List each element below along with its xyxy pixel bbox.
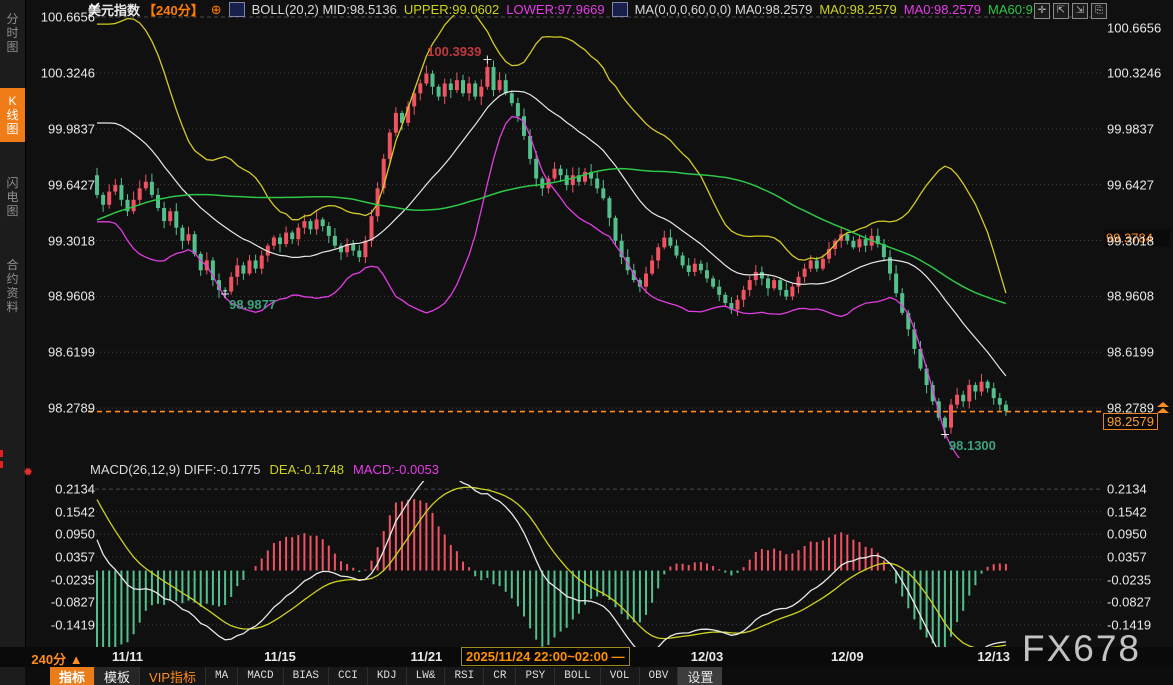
macd-axis-label-left: 0.0357 [30, 549, 95, 564]
toolbar-item-RSI[interactable]: RSI [444, 667, 483, 685]
price-axis-label-left: 100.3246 [30, 65, 95, 80]
chart-canvas [0, 0, 1173, 685]
period-label: 【240分】 [143, 0, 204, 19]
price-axis-label-left: 100.6656 [30, 10, 95, 25]
toolbar-item-MACD[interactable]: MACD [237, 667, 282, 685]
boll-values: BOLL(20,2) MID:98.5136 [252, 2, 397, 17]
price-axis-label-right: 99.3018 [1107, 233, 1171, 248]
toolbar-item-LW&[interactable]: LW& [406, 667, 445, 685]
macd-axis-label-left: 0.1542 [30, 504, 95, 519]
toolbar-item-CR[interactable]: CR [483, 667, 515, 685]
macd-axis-label-right: 0.0357 [1107, 549, 1171, 564]
toolbar-item-PSY[interactable]: PSY [515, 667, 554, 685]
left-edge-marker [0, 461, 3, 468]
macd-axis-label-left: -0.0235 [30, 572, 95, 587]
macd-header: MACD(26,12,9) DIFF:-0.1775 DEA:-0.1748 M… [90, 462, 439, 477]
toolbar-item-设置[interactable]: 设置 [677, 667, 722, 685]
date-tick-label: 12/13 [962, 649, 1026, 664]
indicator-toolbar: 指标模板VIP指标MAMACDBIASCCIKDJLW&RSICRPSYBOLL… [25, 667, 1173, 685]
axis-zoom-in-icon[interactable]: ⇱ [1053, 3, 1069, 19]
ma-indicator-icon[interactable] [612, 2, 628, 17]
price-axis-label-right: 100.6656 [1107, 21, 1171, 36]
macd-axis-label-left: -0.1419 [30, 617, 95, 632]
macd-axis-label-right: -0.0235 [1107, 572, 1171, 587]
date-tick-label: 11/15 [248, 649, 312, 664]
toolbar-item-BIAS[interactable]: BIAS [283, 667, 328, 685]
chart-toolbuttons: ✛ ⇱ ⇲ ⎘ [1034, 3, 1107, 19]
price-axis-label-left: 99.9837 [30, 121, 95, 136]
price-axis-label-left: 98.2789 [30, 401, 95, 416]
macd-value: MACD:-0.0053 [353, 462, 439, 477]
toolbar-item-CCI[interactable]: CCI [328, 667, 367, 685]
boll-indicator-icon[interactable] [229, 2, 245, 17]
macd-title: MACD(26,12,9) DIFF:-0.1775 [90, 462, 261, 477]
toolbar-item-BOLL[interactable]: BOLL [554, 667, 599, 685]
macd-axis-label-left: -0.0827 [30, 595, 95, 610]
date-tick-label: 12/03 [675, 649, 739, 664]
price-axis-label-right: 98.9608 [1107, 289, 1171, 304]
axis-zoom-out-icon[interactable]: ⇲ [1072, 3, 1088, 19]
toolbar-item-KDJ[interactable]: KDJ [367, 667, 406, 685]
low-price-annotation: 98.9877 [229, 297, 276, 312]
ma0-yellow-value: MA0:98.2579 [819, 2, 896, 17]
indicator-alert-icon[interactable]: ✹ [23, 465, 33, 479]
low-price-annotation: 98.1300 [949, 438, 996, 453]
chart-header: 美元指数 【240分】 ⊕ BOLL(20,2) MID:98.5136 UPP… [88, 1, 1033, 17]
price-axis-label-right: 99.6427 [1107, 177, 1171, 192]
toolbar-item-MA[interactable]: MA [205, 667, 237, 685]
selected-bar-time-label: 2025/11/24 22:00~02:00 — [461, 647, 630, 666]
date-tick-label: 12/09 [815, 649, 879, 664]
price-axis-label-left: 99.3018 [30, 233, 95, 248]
macd-axis-label-right: 0.1542 [1107, 504, 1171, 519]
macd-axis-label-right: -0.0827 [1107, 595, 1171, 610]
macd-axis-label-right: 0.0950 [1107, 527, 1171, 542]
ma60-value: MA60:9 [988, 2, 1033, 17]
ma-values: MA(0,0,0,60,0,0) MA0:98.2579 [635, 2, 813, 17]
toolbar-item-VIP指标[interactable]: VIP指标 [139, 667, 205, 685]
macd-dea-value: DEA:-0.1748 [270, 462, 344, 477]
date-tick-label: 11/21 [394, 649, 458, 664]
time-axis: 240分 ▲ 2025/11/24 22:00~02:00 — 11/11 11/… [0, 647, 1173, 667]
chart-application: 分时图K线图闪电图合约资料 美元指数 【240分】 ⊕ BOLL(20,2) M… [0, 0, 1173, 685]
toolbar-item-VOL[interactable]: VOL [600, 667, 639, 685]
macd-axis-label-left: 0.0950 [30, 527, 95, 542]
boll-lower-value: LOWER:97.9669 [506, 2, 604, 17]
price-axis-label-left: 99.6427 [30, 177, 95, 192]
date-tick-label: 11/11 [96, 649, 160, 664]
price-axis-label-right: 98.2789 [1107, 401, 1171, 416]
toolbar-item-模板[interactable]: 模板 [94, 667, 139, 685]
price-axis-label-right: 100.3246 [1107, 65, 1171, 80]
macd-axis-label-left: 0.2134 [30, 482, 95, 497]
period-selector[interactable]: 240分 ▲ [28, 649, 86, 668]
high-price-annotation: 100.3939 [427, 44, 481, 59]
crosshair-move-icon[interactable]: ✛ [1034, 3, 1050, 19]
collapse-icon[interactable]: ⊕ [211, 3, 222, 16]
price-axis-label-right: 99.9837 [1107, 121, 1171, 136]
toolbar-item-OBV[interactable]: OBV [639, 667, 678, 685]
left-edge-marker [0, 450, 3, 457]
pane-expand-icon[interactable]: ⎘ [1091, 3, 1107, 19]
toolbar-item-指标[interactable]: 指标 [50, 667, 94, 685]
price-axis-label-left: 98.9608 [30, 289, 95, 304]
macd-axis-label-right: 0.2134 [1107, 482, 1171, 497]
ma0-magenta-value: MA0:98.2579 [904, 2, 981, 17]
price-axis-label-left: 98.6199 [30, 345, 95, 360]
price-axis-label-right: 98.6199 [1107, 345, 1171, 360]
watermark: FX678 [1022, 628, 1141, 670]
boll-upper-value: UPPER:99.0602 [404, 2, 499, 17]
